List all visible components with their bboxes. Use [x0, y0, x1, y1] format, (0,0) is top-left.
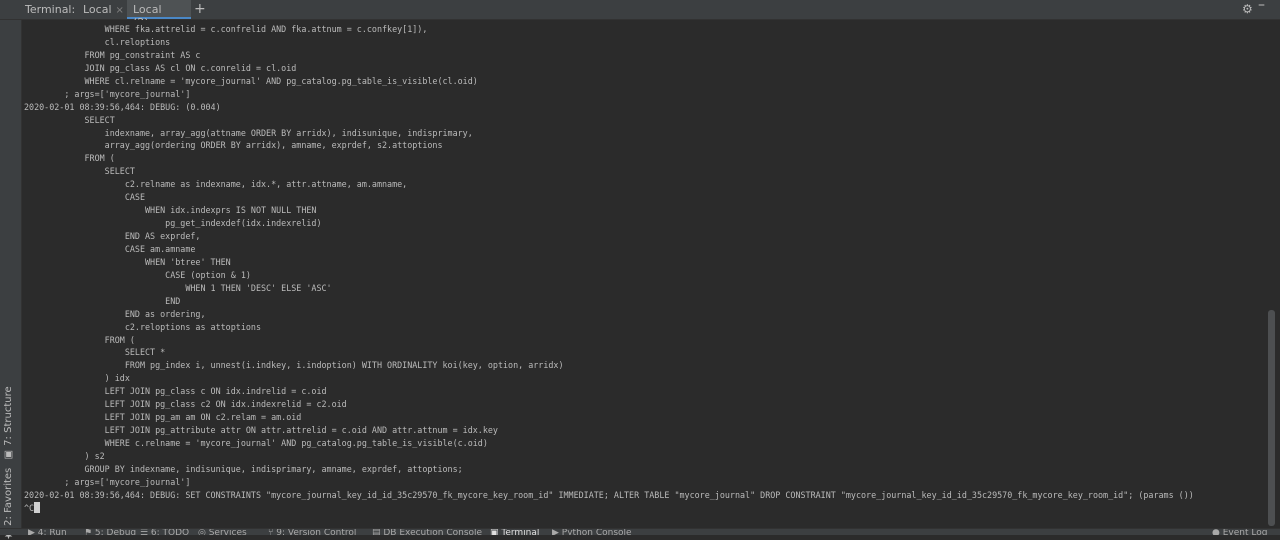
tab-local-label: Local: [83, 3, 112, 16]
terminal-line: CASE: [24, 192, 146, 203]
terminal-line: END AS exprdef,: [24, 231, 201, 241]
bottom-tab[interactable]: ⚑ 5: Debug: [84, 529, 136, 535]
bottom-tab[interactable]: ▤ DB Execution Console: [372, 529, 482, 535]
terminal-line: END: [24, 295, 181, 306]
favorites-label: 2: Favorites: [3, 467, 14, 526]
terminal-line: CASE (option & 1): [24, 269, 251, 280]
terminal-line: 2020-02-01 08:39:56,464: DEBUG: SET CONS…: [24, 489, 1194, 500]
structure-panel-tab[interactable]: ▣ 7: Structure: [3, 386, 14, 460]
terminal-line: indexname, array_agg(attname ORDER BY ar…: [24, 127, 473, 138]
left-tool-strip: ▣ 7: Structure ★ 2: Favorites: [0, 20, 22, 540]
text-cursor: [34, 501, 41, 513]
terminal-line: WHERE cl.relname = 'mycore_journal' AND …: [24, 75, 478, 86]
terminal-text: WHERE fka.attrelid = c.confrelid AND fka…: [24, 23, 1194, 515]
terminal-tab-bar: Terminal: Local × Local (2)× + ⚙ –: [0, 0, 1280, 29]
terminal-line: WHEN 'btree' THEN: [24, 256, 231, 267]
terminal-output[interactable]: WHERE fka.attrelid = c.confrelid AND fka…: [22, 20, 1267, 528]
bottom-tab[interactable]: ▶ Python Console: [552, 529, 632, 535]
bottom-tool-bar: ▶ 4: Run ⚑ 5: Debug ☰ 6: TODO ◎ Services ⑂ 9…: [0, 528, 1280, 535]
terminal-line: FROM pg_constraint AS c: [24, 49, 201, 60]
bottom-tab[interactable]: ▣ Terminal: [490, 529, 539, 535]
bottom-tab[interactable]: ● Event Log: [1212, 529, 1267, 535]
terminal-line: c2.relname as indexname, idx.*, attr.att…: [24, 179, 408, 190]
terminal-line: ) idx: [24, 373, 130, 384]
bottom-tab[interactable]: ☰ 6: TODO: [140, 529, 189, 535]
terminal-line: WHERE fka.attrelid = c.confrelid AND fka…: [24, 24, 428, 34]
terminal-line: JOIN pg_class AS cl ON c.conrelid = cl.o…: [24, 62, 297, 73]
scrollbar-thumb[interactable]: [1268, 310, 1275, 526]
terminal-line: END as ordering,: [24, 308, 206, 319]
terminal-line: LEFT JOIN pg_attribute attr ON attr.attr…: [24, 425, 498, 436]
bottom-tab[interactable]: ◎ Services: [198, 529, 247, 535]
prompt-line[interactable]: ^C: [24, 501, 1194, 515]
gear-icon[interactable]: ⚙: [1242, 2, 1253, 16]
close-icon[interactable]: ×: [116, 5, 124, 16]
terminal-line: LEFT JOIN pg_am am ON c2.relam = am.oid: [24, 412, 302, 423]
terminal-line: FROM pg_index i, unnest(i.indkey, i.indo…: [24, 360, 564, 371]
terminal-line: WHEN 1 THEN 'DESC' ELSE 'ASC': [24, 282, 332, 293]
bottom-tab[interactable]: ▶ 4: Run: [28, 529, 67, 535]
terminal-line: ; args=['mycore_journal']: [24, 476, 191, 487]
terminal-line: c2.reloptions as attoptions: [24, 321, 261, 332]
new-tab-plus-icon[interactable]: +: [194, 1, 206, 17]
terminal-line: CASE am.amname: [24, 243, 196, 254]
terminal-tool-title: Terminal:: [25, 3, 76, 16]
terminal-line: array_agg(ordering ORDER BY arridx), amn…: [24, 140, 443, 151]
terminal-line: FROM (: [24, 153, 115, 164]
terminal-line: GROUP BY indexname, indisunique, indispr…: [24, 463, 463, 474]
terminal-line: cl.reloptions: [24, 36, 171, 47]
tab-local-2[interactable]: Local (2)×: [127, 0, 191, 29]
terminal-line: 2020-02-01 08:39:56,464: DEBUG: (0.004): [24, 101, 221, 112]
terminal-line: SELECT *: [24, 347, 166, 358]
terminal-line: WHEN idx.indexprs IS NOT NULL THEN: [24, 205, 317, 216]
terminal-line: FROM (: [24, 334, 135, 345]
structure-label: 7: Structure: [3, 386, 14, 446]
minimize-icon[interactable]: –: [1258, 0, 1265, 13]
structure-icon: ▣: [3, 449, 14, 460]
tab-local[interactable]: Local ×: [77, 0, 125, 19]
terminal-line: WHERE c.relname = 'mycore_journal' AND p…: [24, 438, 488, 448]
terminal-line: ; args=['mycore_journal']: [24, 88, 191, 99]
terminal-line: SELECT: [24, 166, 135, 177]
terminal-line: LEFT JOIN pg_class c2 ON idx.indexrelid …: [24, 399, 347, 410]
prompt-text: ^C: [24, 502, 35, 513]
terminal-line: pg_get_indexdef(idx.indexrelid): [24, 218, 322, 229]
terminal-line: LEFT JOIN pg_class c ON idx.indrelid = c…: [24, 386, 327, 397]
terminal-line: SELECT: [24, 114, 115, 125]
terminal-line: ) s2: [24, 450, 105, 461]
bottom-tab[interactable]: ⑂ 9: Version Control: [268, 529, 356, 535]
